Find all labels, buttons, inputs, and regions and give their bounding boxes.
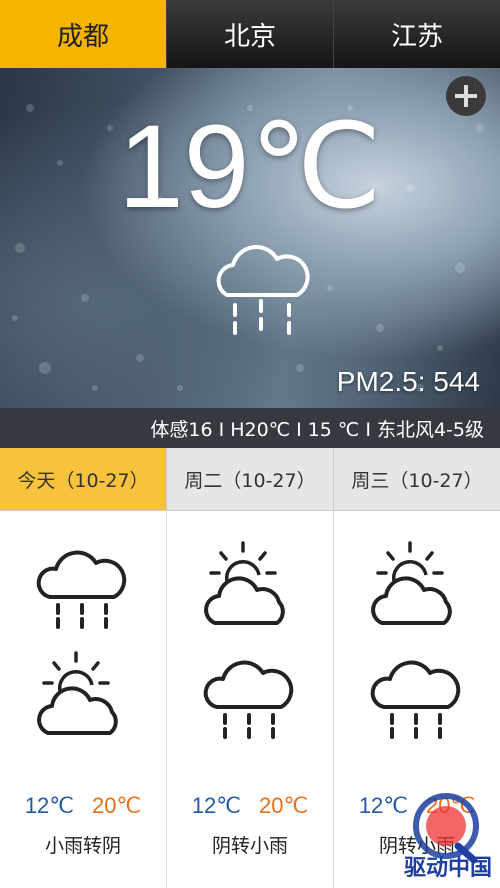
sun-cloud-icon [371,541,452,625]
high-temperature: 20℃ [259,793,309,818]
day-tab-tuesday[interactable]: 周二（10-27） [167,448,334,510]
temperature-range: 12℃ 20℃ [167,793,333,819]
plus-icon [455,85,477,107]
tab-beijing[interactable]: 北京 [167,0,334,68]
rain-cloud-icon [370,660,461,739]
weather-description: 小雨转阴 [44,835,121,857]
tab-chengdu[interactable]: 成都 [0,0,167,68]
rain-cloud-icon [216,245,310,335]
weather-description: 阴转小雨 [211,835,288,857]
forecast-day-tabs: 今天（10-27） 周二（10-27） 周三（10-27） [0,448,500,511]
sun-cloud-icon [204,541,285,625]
forecast-column-today: 12℃ 20℃ 小雨转阴 [0,511,167,888]
day-tab-today[interactable]: 今天（10-27） [0,448,167,510]
weather-details-bar: 体感16 I H20℃ I 15 ℃ I 东北风4-5级 [0,408,500,448]
tab-jiangsu[interactable]: 江苏 [334,0,500,68]
high-temperature: 20℃ [92,793,142,818]
rain-cloud-icon [203,660,294,739]
low-temperature: 12℃ [191,793,241,818]
current-weather-panel: 19℃ PM2.5: 544 [0,68,500,408]
weather-details-text: 体感16 I H20℃ I 15 ℃ I 东北风4-5级 [150,418,484,441]
rain-cloud-icon [36,550,127,629]
low-temperature: 12℃ [24,793,74,818]
day-tab-wednesday[interactable]: 周三（10-27） [334,448,500,510]
city-tabs: 成都 北京 江苏 [0,0,500,68]
current-temperature: 19℃ [118,101,382,233]
pm25-readout: PM2.5: 544 [336,366,480,397]
sun-cloud-icon [37,651,118,735]
temperature-range: 12℃ 20℃ [0,793,166,819]
forecast-column-tuesday: 12℃ 20℃ 阴转小雨 [167,511,334,888]
watermark-text: 驱动中国 [403,856,492,881]
